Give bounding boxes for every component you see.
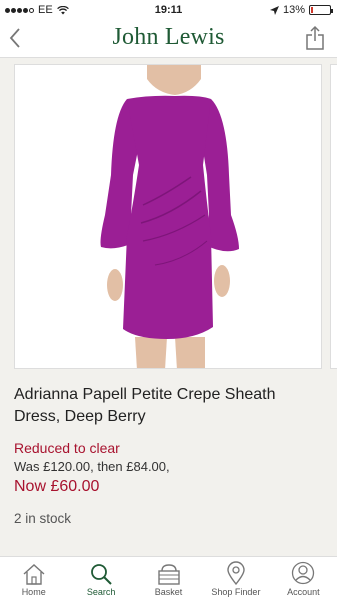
account-icon bbox=[292, 561, 315, 585]
battery-icon bbox=[309, 5, 333, 15]
next-image-peek[interactable] bbox=[330, 64, 337, 369]
stock-status: 2 in stock bbox=[14, 511, 72, 526]
tab-shop-finder[interactable]: Shop Finder bbox=[202, 557, 269, 600]
reduced-label: Reduced to clear bbox=[14, 440, 120, 456]
tab-shop-finder-label: Shop Finder bbox=[211, 587, 261, 597]
dress-photo bbox=[100, 65, 239, 368]
tab-search-label: Search bbox=[86, 587, 116, 597]
tab-home[interactable]: Home bbox=[0, 557, 67, 600]
product-image[interactable] bbox=[14, 64, 322, 369]
tab-bar: Home Search Basket Shop Finder Account bbox=[0, 556, 337, 600]
basket-icon bbox=[157, 564, 180, 585]
dress-body bbox=[123, 95, 213, 339]
product-detail: Adrianna Papell Petite Crepe Sheath Dres… bbox=[0, 58, 337, 556]
home-icon bbox=[23, 564, 45, 585]
now-price: Now £60.00 bbox=[14, 478, 100, 495]
tab-basket-label: Basket bbox=[154, 587, 183, 597]
brand-logo[interactable]: John Lewis bbox=[0, 24, 337, 51]
share-icon[interactable] bbox=[305, 25, 325, 51]
tab-home-label: Home bbox=[21, 587, 46, 597]
status-bar: EE 19:11 13% bbox=[0, 0, 337, 20]
tab-account[interactable]: Account bbox=[270, 557, 337, 600]
tab-search[interactable]: Search bbox=[67, 557, 134, 600]
was-price: Was £120.00, then £84.00, bbox=[14, 459, 170, 474]
location-pin-icon bbox=[227, 561, 245, 585]
search-icon bbox=[91, 564, 112, 585]
product-title: Adrianna Papell Petite Crepe Sheath Dres… bbox=[14, 386, 276, 425]
location-arrow-icon bbox=[269, 5, 279, 15]
app-header: John Lewis bbox=[0, 20, 337, 58]
tab-basket[interactable]: Basket bbox=[135, 557, 202, 600]
battery-percent: 13% bbox=[282, 4, 305, 16]
battery-fill bbox=[311, 7, 313, 13]
tab-account-label: Account bbox=[287, 587, 320, 597]
battery-status: 13% bbox=[269, 4, 333, 16]
